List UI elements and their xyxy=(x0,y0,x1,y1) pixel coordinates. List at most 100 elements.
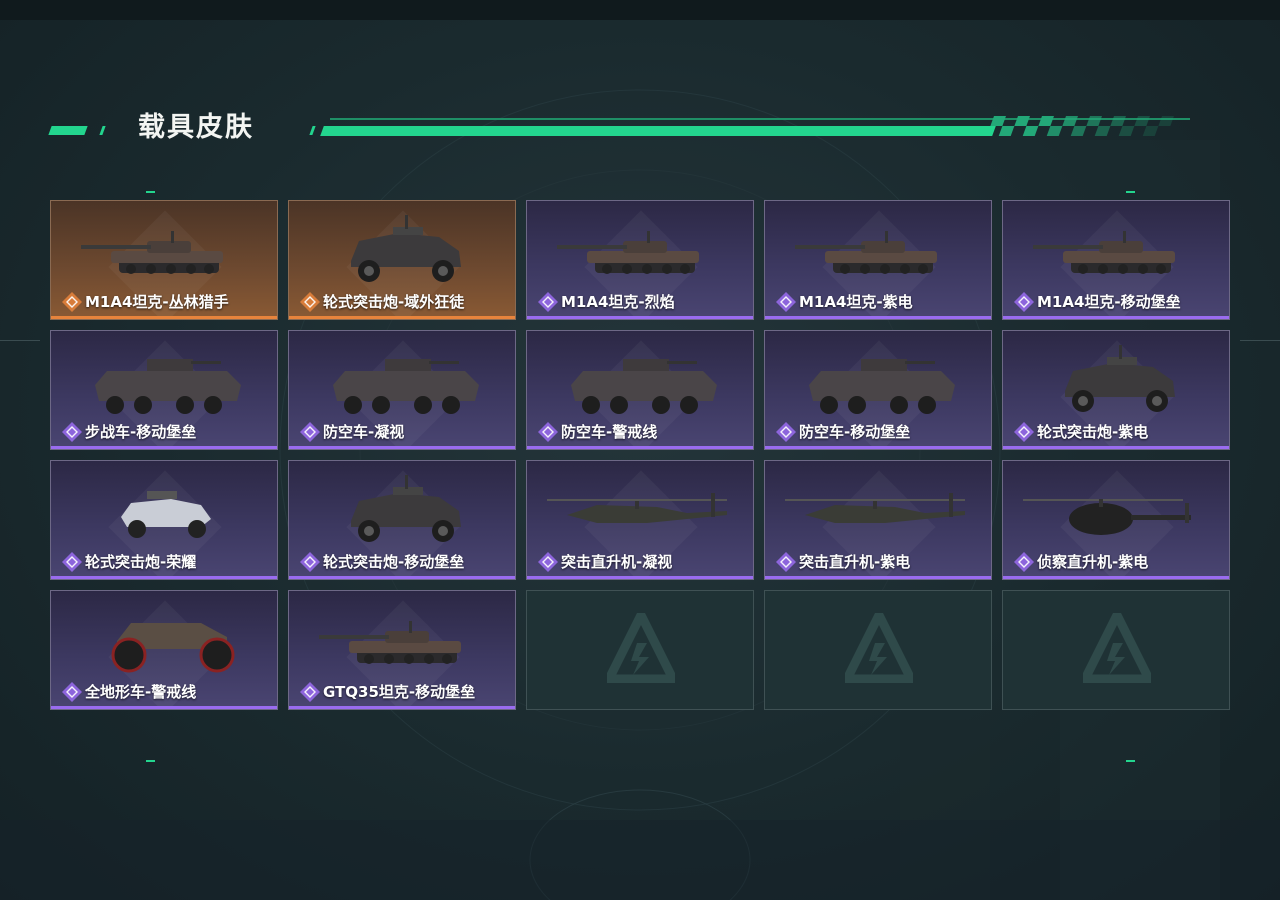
skin-name: 防空车-移动堡垒 xyxy=(799,423,911,441)
ifv-icon xyxy=(333,359,479,414)
side-line xyxy=(0,340,40,341)
skin-name: M1A4坦克-烈焰 xyxy=(561,293,675,311)
skin-card[interactable]: 防空车-移动堡垒 xyxy=(764,330,992,450)
rarity-diamond-icon xyxy=(300,422,320,442)
rarity-stripe xyxy=(51,446,277,449)
top-strip xyxy=(0,0,1280,20)
rarity-stripe xyxy=(289,446,515,449)
skin-card[interactable]: 突击直升机-凝视 xyxy=(526,460,754,580)
rarity-stripe xyxy=(765,576,991,579)
rarity-stripe xyxy=(51,706,277,709)
skin-card[interactable]: M1A4坦克-移动堡垒 xyxy=(1002,200,1230,320)
header-accent-line xyxy=(320,126,996,136)
rarity-stripe xyxy=(765,446,991,449)
skin-grid: M1A4坦克-丛林猎手 轮式突击炮-域外狂徒 M1A4坦克-烈焰 M1A4坦克-紫电 M… xyxy=(50,200,1230,710)
skin-card[interactable]: 轮式突击炮-荣耀 xyxy=(50,460,278,580)
rarity-stripe xyxy=(289,706,515,709)
corner-mark xyxy=(1126,191,1135,193)
helicopter-icon xyxy=(785,493,965,523)
skin-name: GTQ35坦克-移动堡垒 xyxy=(323,683,476,701)
tank-icon xyxy=(319,621,461,664)
empty-skin-slot xyxy=(526,590,754,710)
rarity-diamond-icon xyxy=(300,292,320,312)
rarity-diamond-icon xyxy=(1014,292,1034,312)
game-logo-icon xyxy=(1083,613,1151,683)
rarity-diamond-icon xyxy=(1014,552,1034,572)
tank-icon xyxy=(795,231,937,274)
game-logo-icon xyxy=(607,613,675,683)
skin-card[interactable]: 轮式突击炮-域外狂徒 xyxy=(288,200,516,320)
header-accent-tick xyxy=(309,126,316,135)
corner-mark xyxy=(146,191,155,193)
skin-card[interactable]: 全地形车-警戒线 xyxy=(50,590,278,710)
scout-helicopter-icon xyxy=(1023,499,1191,535)
skin-card[interactable]: GTQ35坦克-移动堡垒 xyxy=(288,590,516,710)
rarity-diamond-icon xyxy=(776,422,796,442)
skin-name: 轮式突击炮-域外狂徒 xyxy=(323,293,465,311)
skin-name: M1A4坦克-移动堡垒 xyxy=(1037,293,1181,311)
skin-card[interactable]: M1A4坦克-烈焰 xyxy=(526,200,754,320)
rarity-diamond-icon xyxy=(300,682,320,702)
rarity-stripe xyxy=(1003,446,1229,449)
skin-name: M1A4坦克-紫电 xyxy=(799,293,913,311)
rarity-stripe xyxy=(527,316,753,319)
empty-skin-slot xyxy=(764,590,992,710)
rarity-stripe xyxy=(1003,576,1229,579)
skin-card[interactable]: 突击直升机-紫电 xyxy=(764,460,992,580)
rarity-diamond-icon xyxy=(1014,422,1034,442)
buggy-icon xyxy=(121,491,211,538)
tank-icon xyxy=(81,231,223,274)
tank-icon xyxy=(1033,231,1175,274)
skin-card[interactable]: M1A4坦克-紫电 xyxy=(764,200,992,320)
rarity-stripe xyxy=(289,576,515,579)
skin-card[interactable]: M1A4坦克-丛林猎手 xyxy=(50,200,278,320)
rarity-stripe xyxy=(51,316,277,319)
page-title: 载具皮肤 xyxy=(138,112,254,143)
rarity-diamond-icon xyxy=(62,682,82,702)
header-accent-bar xyxy=(48,126,88,135)
skin-card[interactable]: 侦察直升机-紫电 xyxy=(1002,460,1230,580)
skin-name: 突击直升机-紫电 xyxy=(799,553,911,571)
rarity-diamond-icon xyxy=(776,292,796,312)
corner-mark xyxy=(146,760,155,762)
atv-icon xyxy=(111,623,235,673)
skin-card[interactable]: 防空车-警戒线 xyxy=(526,330,754,450)
helicopter-icon xyxy=(547,493,727,523)
rarity-stripe xyxy=(51,576,277,579)
skin-name: 防空车-凝视 xyxy=(323,423,405,441)
skin-name: 防空车-警戒线 xyxy=(561,423,658,441)
skin-card[interactable]: 轮式突击炮-移动堡垒 xyxy=(288,460,516,580)
empty-skin-slot xyxy=(1002,590,1230,710)
rarity-stripe xyxy=(1003,316,1229,319)
ifv-icon xyxy=(571,359,717,414)
ifv-icon xyxy=(809,359,955,414)
corner-mark xyxy=(1126,760,1135,762)
side-line xyxy=(1240,340,1280,341)
rarity-stripe xyxy=(289,316,515,319)
rarity-diamond-icon xyxy=(62,292,82,312)
rarity-diamond-icon xyxy=(62,422,82,442)
rarity-stripe xyxy=(765,316,991,319)
rarity-diamond-icon xyxy=(538,552,558,572)
rarity-diamond-icon xyxy=(776,552,796,572)
skin-name: 突击直升机-凝视 xyxy=(561,553,673,571)
armored-car-icon xyxy=(351,215,461,282)
skin-card[interactable]: 防空车-凝视 xyxy=(288,330,516,450)
armored-car-icon xyxy=(1065,345,1175,412)
skin-card[interactable]: 步战车-移动堡垒 xyxy=(50,330,278,450)
skin-name: 全地形车-警戒线 xyxy=(85,683,197,701)
header-accent-tick xyxy=(99,126,106,135)
header-checker-pattern xyxy=(990,116,1174,136)
rarity-stripe xyxy=(527,576,753,579)
skin-name: M1A4坦克-丛林猎手 xyxy=(85,293,229,311)
tank-icon xyxy=(557,231,699,274)
skin-name: 侦察直升机-紫电 xyxy=(1037,553,1149,571)
skin-name: 轮式突击炮-紫电 xyxy=(1037,423,1149,441)
armored-car-icon xyxy=(351,475,461,542)
ifv-icon xyxy=(95,359,241,414)
rarity-diamond-icon xyxy=(300,552,320,572)
skin-card[interactable]: 轮式突击炮-紫电 xyxy=(1002,330,1230,450)
rarity-diamond-icon xyxy=(538,422,558,442)
skin-name: 轮式突击炮-移动堡垒 xyxy=(323,553,465,571)
skin-name: 步战车-移动堡垒 xyxy=(85,423,197,441)
